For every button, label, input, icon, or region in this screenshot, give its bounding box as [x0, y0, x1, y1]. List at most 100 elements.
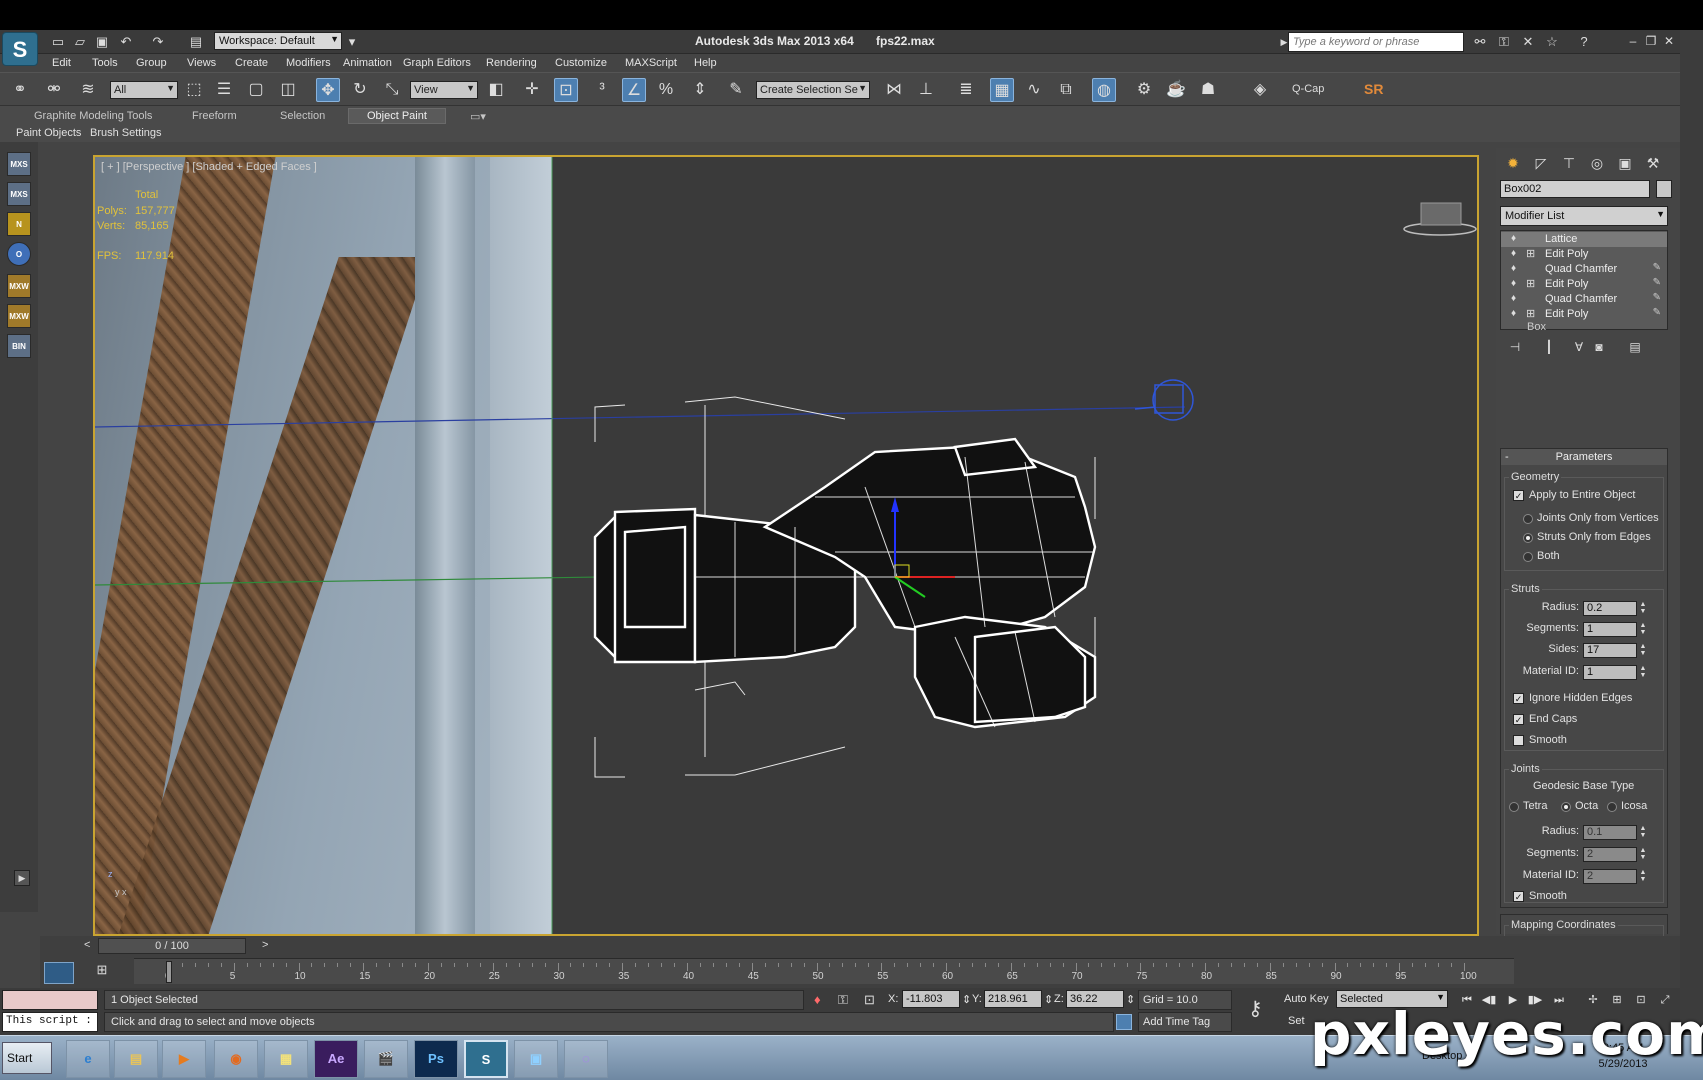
object-color-swatch[interactable] — [1656, 180, 1672, 198]
lightbulb-icon[interactable]: ♦ — [1511, 308, 1516, 319]
menu-customize[interactable]: Customize — [555, 57, 607, 69]
lightbulb-icon[interactable]: ♦ — [1511, 233, 1516, 244]
select-and-scale-icon[interactable]: ⤡ — [380, 78, 404, 102]
z-coordinate-field[interactable]: 36.22 — [1066, 990, 1124, 1008]
stack-item[interactable]: ♦ ⊞ Edit Poly — [1501, 247, 1667, 262]
help-icon[interactable]: ? — [1576, 34, 1592, 50]
schematic-view-icon[interactable]: ⧉ — [1054, 78, 1078, 102]
octa-radio[interactable] — [1561, 802, 1571, 812]
maxscript-listener-white[interactable]: This script : — [2, 1012, 98, 1032]
both-radio[interactable] — [1523, 552, 1533, 562]
layer-manager-icon[interactable]: ≣ — [954, 78, 978, 102]
rollout-header[interactable]: - Parameters — [1501, 449, 1667, 465]
qcap-label[interactable]: Q-Cap — [1292, 83, 1324, 95]
end-caps-checkbox[interactable]: ✓ — [1513, 714, 1524, 725]
tab-graphite-modeling-tools[interactable]: Graphite Modeling Tools — [34, 110, 152, 122]
stack-item[interactable]: ♦ Lattice — [1501, 232, 1667, 247]
spinner-arrows-icon[interactable]: ▲ ▼ — [1639, 825, 1647, 840]
utilities-tab-icon[interactable]: ⚒ — [1642, 152, 1664, 174]
joints-radius-spinner[interactable]: 0.1 — [1583, 825, 1637, 840]
script-mxs-icon[interactable]: MXS — [7, 182, 31, 206]
object-name-field[interactable]: Box002 — [1500, 180, 1650, 198]
ignore-hidden-edges-checkbox[interactable]: ✓ — [1513, 693, 1524, 704]
bind-spacewarp-icon[interactable]: ≋ — [76, 78, 100, 102]
tab-object-paint[interactable]: Object Paint — [348, 108, 446, 124]
track-bar[interactable]: 0510152025303540455055606570758085909510… — [134, 958, 1514, 984]
spinner-snap-icon[interactable]: ⇕ — [688, 78, 712, 102]
spinner-arrows-icon[interactable]: ▲ ▼ — [1639, 643, 1647, 658]
add-time-tag[interactable]: Add Time Tag — [1138, 1012, 1232, 1032]
time-position-marker[interactable] — [166, 961, 172, 983]
stack-item[interactable]: ♦ ⊞ Edit Poly ✎ — [1501, 307, 1667, 322]
taskbar-3dsmax-icon[interactable]: S — [464, 1040, 508, 1078]
lightbulb-icon[interactable]: ♦ — [1511, 278, 1516, 289]
favorites-icon[interactable]: ☆ — [1544, 34, 1560, 50]
material-editor-icon[interactable]: ◍ — [1092, 78, 1116, 102]
spinner-arrows-icon[interactable]: ⇕ — [1126, 993, 1135, 1006]
lock-selection-icon[interactable]: ⚿ — [838, 992, 848, 1008]
spinner-arrows-icon[interactable]: ⇕ — [962, 993, 971, 1006]
minimize-icon[interactable]: – — [1626, 34, 1640, 48]
joints-only-radio[interactable] — [1523, 514, 1533, 524]
sphere-icon[interactable]: O — [7, 242, 31, 266]
spinner-arrows-icon[interactable]: ⇕ — [1044, 993, 1053, 1006]
time-slider-left-arrow[interactable]: < — [84, 939, 90, 951]
spinner-arrows-icon[interactable]: ▲ ▼ — [1639, 847, 1647, 862]
menu-graph-editors[interactable]: Graph Editors — [403, 57, 471, 69]
new-file-icon[interactable]: ▭ — [50, 34, 66, 50]
expand-icon[interactable]: ⊞ — [1526, 247, 1535, 260]
select-and-move-icon[interactable]: ✥ — [316, 78, 340, 102]
select-by-name-icon[interactable]: ☰ — [212, 78, 236, 102]
reference-coordinate-dropdown[interactable]: View ▼ — [410, 81, 478, 99]
menu-create[interactable]: Create — [235, 57, 268, 69]
spinner-arrows-icon[interactable]: ▲ ▼ — [1639, 601, 1647, 616]
sr-plugin-label[interactable]: SR — [1364, 81, 1383, 97]
redo-icon[interactable]: ↷ — [150, 34, 166, 50]
absolute-mode-icon[interactable]: ⊡ — [864, 992, 875, 1008]
struts-material-id-spinner[interactable]: 1 — [1583, 665, 1637, 680]
taskbar-after-effects-icon[interactable]: Ae — [314, 1040, 358, 1078]
taskbar-remote-desktop-icon[interactable]: ▣ — [514, 1040, 558, 1078]
maxscript-listener-pink[interactable] — [2, 990, 98, 1010]
undo-icon[interactable]: ↶ — [118, 34, 134, 50]
taskbar-explorer-icon[interactable]: ▤ — [114, 1040, 158, 1078]
struts-radius-spinner[interactable]: 0.2 — [1583, 601, 1637, 616]
taskbar-folder-icon[interactable]: ▦ — [264, 1040, 308, 1078]
save-icon[interactable]: ▣ — [94, 34, 110, 50]
spinner-arrows-icon[interactable]: ▲ ▼ — [1639, 869, 1647, 884]
make-unique-icon[interactable]: ∀ — [1570, 338, 1588, 356]
scene-geometry[interactable] — [95, 157, 1479, 936]
struts-smooth-checkbox[interactable] — [1513, 735, 1524, 746]
joints-material-id-spinner[interactable]: 2 — [1583, 869, 1637, 884]
taskbar-media-player-icon[interactable]: ▶ — [162, 1040, 206, 1078]
edit-named-selection-icon[interactable]: ✎ — [724, 78, 748, 102]
select-object-icon[interactable]: ⬚ — [182, 78, 206, 102]
configure-sets-icon[interactable]: ▤ — [1626, 338, 1644, 356]
taskbar-photoshop-icon[interactable]: Ps — [414, 1040, 458, 1078]
keyboard-shortcut-override-icon[interactable]: ⊡ — [554, 78, 578, 102]
menu-help[interactable]: Help — [694, 57, 717, 69]
track-bar-toggle-icon[interactable]: ⊞ — [92, 962, 112, 980]
expand-icon[interactable]: ⊞ — [1526, 307, 1535, 320]
script-bin-icon[interactable]: BIN — [7, 334, 31, 358]
restore-icon[interactable]: ❐ — [1644, 34, 1658, 48]
joints-segments-spinner[interactable]: 2 — [1583, 847, 1637, 862]
create-tab-icon[interactable]: ✹ — [1502, 152, 1524, 174]
set-key-icon[interactable]: ⚷ — [1248, 996, 1263, 1021]
stack-item-base[interactable]: Box — [1501, 321, 1667, 334]
quick-access-menu-icon[interactable]: ▾ — [344, 34, 360, 50]
align-icon[interactable]: ⊥ — [914, 78, 938, 102]
script-mxw-icon[interactable]: MXW — [7, 304, 31, 328]
stack-item[interactable]: ♦ ⊞ Edit Poly ✎ — [1501, 277, 1667, 292]
time-slider[interactable]: 0 / 100 — [98, 938, 246, 954]
start-button[interactable]: Start — [2, 1042, 52, 1074]
snaps-toggle-icon[interactable]: ³ — [590, 78, 614, 102]
joints-smooth-checkbox[interactable]: ✓ — [1513, 891, 1524, 902]
script-mxw-icon[interactable]: MXW — [7, 274, 31, 298]
subscription-icon[interactable]: ⚿ — [1496, 34, 1512, 50]
time-tag-icon[interactable] — [1116, 1014, 1132, 1030]
struts-sides-spinner[interactable]: 17 — [1583, 643, 1637, 658]
open-file-icon[interactable]: ▱ — [72, 34, 88, 50]
stack-item[interactable]: ♦ Quad Chamfer ✎ — [1501, 262, 1667, 277]
render-production-icon[interactable]: ☗ — [1196, 78, 1220, 102]
